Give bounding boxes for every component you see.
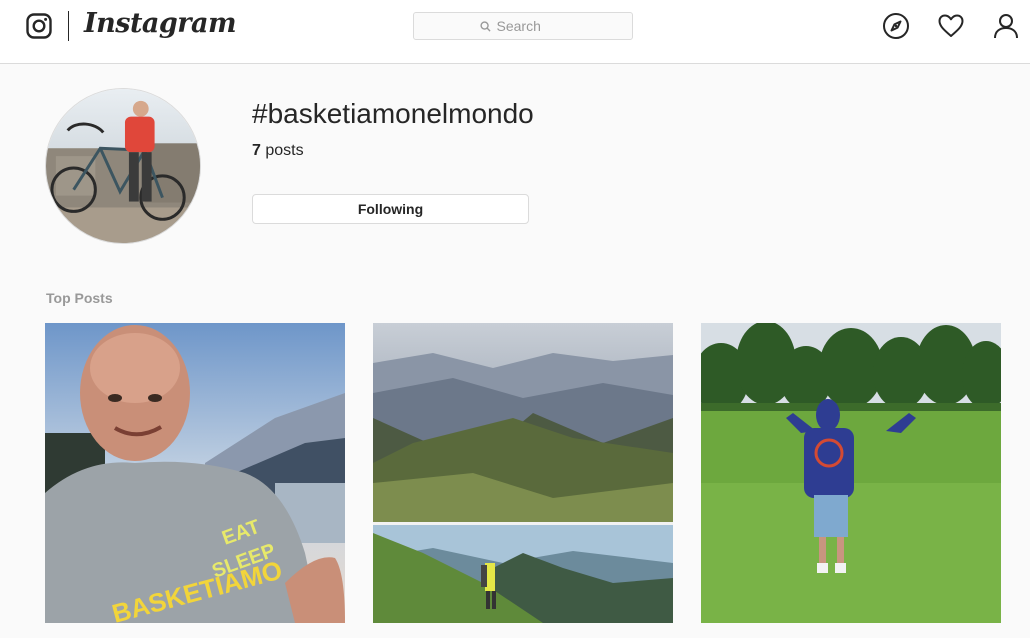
search-box[interactable]	[413, 12, 633, 40]
top-post-2[interactable]	[373, 323, 673, 623]
following-button[interactable]: Following	[252, 194, 529, 224]
logo-divider	[68, 11, 69, 41]
top-posts-heading: Top Posts	[46, 290, 113, 306]
hashtag-title: #basketiamonelmondo	[252, 98, 534, 129]
search-input[interactable]	[496, 18, 567, 34]
top-nav: Instagram	[0, 0, 1030, 64]
instagram-wordmark[interactable]: Instagram	[84, 8, 237, 39]
top-post-1[interactable]: EAT SLEEP BASKETIAMO	[45, 323, 345, 623]
instagram-glyph-icon[interactable]	[26, 13, 52, 39]
compass-icon[interactable]	[882, 12, 910, 40]
post-count-label: posts	[265, 142, 304, 159]
heart-icon[interactable]	[937, 12, 965, 40]
post-count: 7 posts	[252, 142, 304, 160]
search-icon	[479, 20, 491, 32]
post-count-number: 7	[252, 142, 261, 159]
profile-icon[interactable]	[992, 12, 1020, 40]
hashtag-avatar	[45, 88, 201, 244]
top-post-3[interactable]	[701, 323, 1001, 623]
